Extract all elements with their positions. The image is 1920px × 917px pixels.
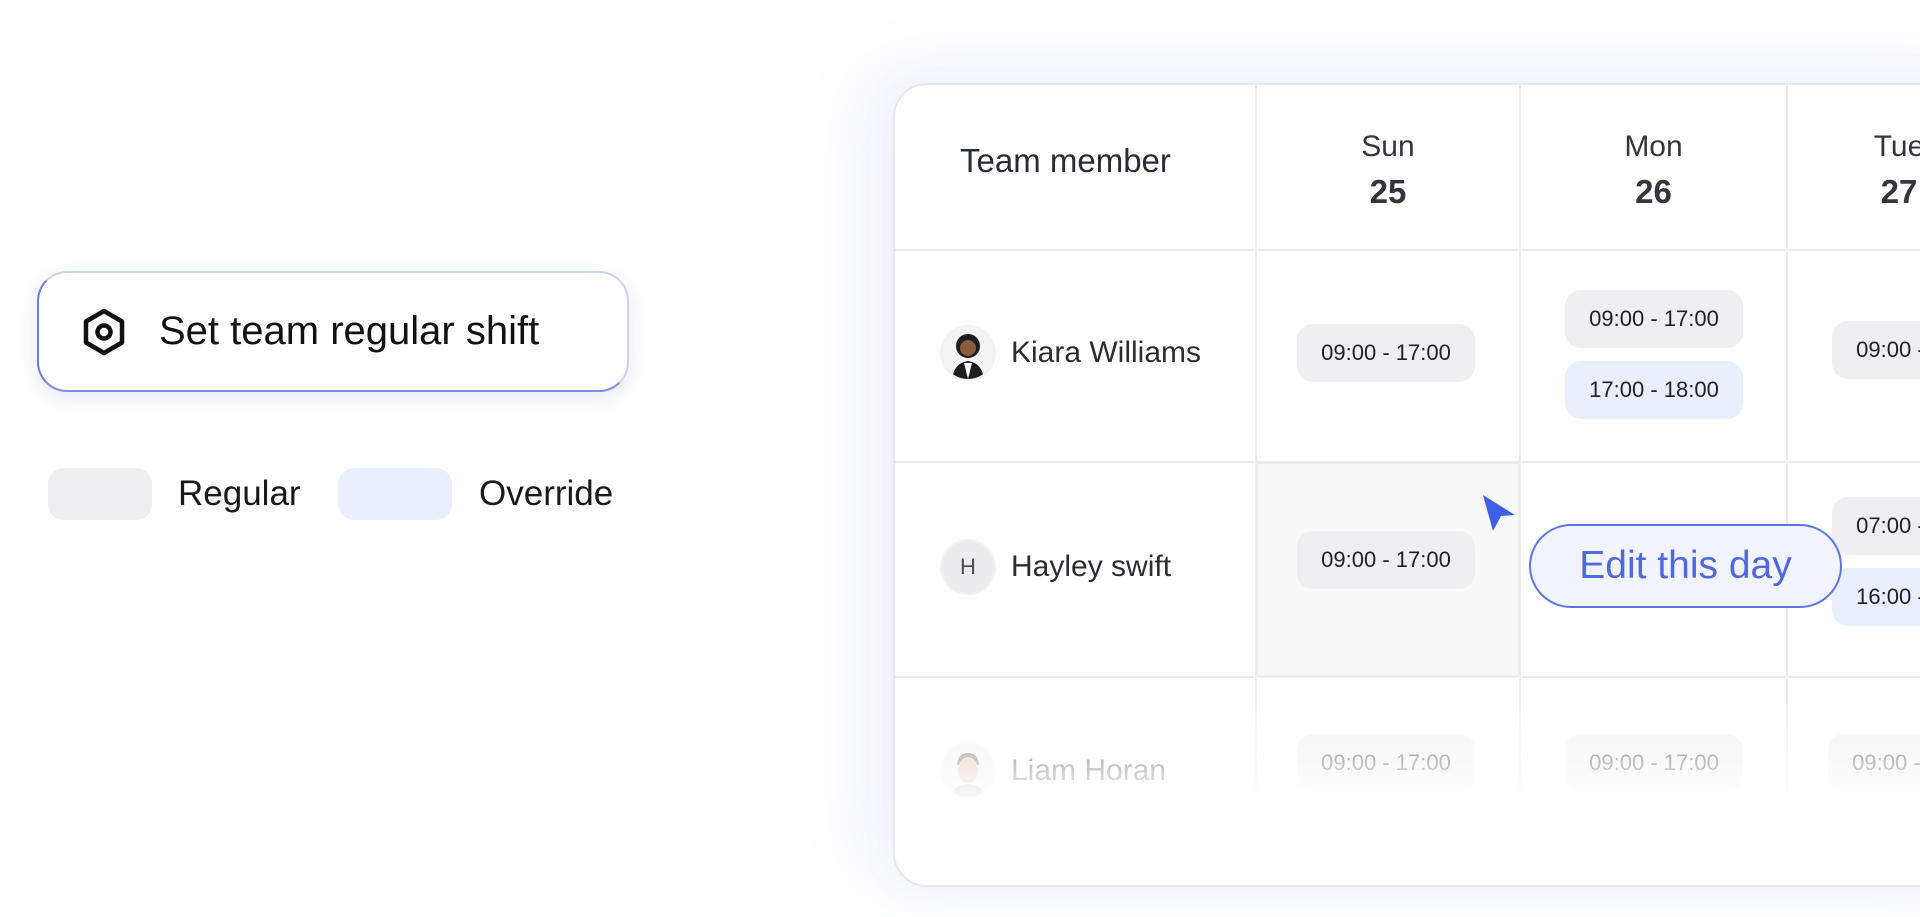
override-shift-pill[interactable]: 17:00 - 18:00 xyxy=(1565,361,1743,419)
override-shift-pill[interactable]: 16:00 - 17:00 xyxy=(1832,568,1920,626)
regular-shift-pill[interactable]: 07:00 - 16:00 xyxy=(1832,497,1920,555)
member-name: Liam Horan xyxy=(1011,754,1167,787)
regular-shift-pill[interactable]: 09:00 - 17:00 xyxy=(1828,734,1920,792)
day-header-sun: Sun 25 xyxy=(1257,125,1519,215)
team-member-column-header: Team member xyxy=(960,142,1171,179)
hexagon-settings-icon xyxy=(79,307,129,357)
avatar xyxy=(940,325,996,381)
regular-shift-pill[interactable]: 09:00 - 17:00 xyxy=(1297,531,1475,589)
set-team-regular-shift-button[interactable]: Set team regular shift xyxy=(37,271,629,392)
day-date: 27 xyxy=(1880,173,1918,210)
person-photo-icon xyxy=(942,745,994,797)
day-date: 25 xyxy=(1369,173,1407,210)
day-header-mon: Mon 26 xyxy=(1521,125,1786,215)
row-divider xyxy=(895,249,1920,251)
day-date: 26 xyxy=(1635,173,1672,210)
regular-shift-pill[interactable]: 09:00 - 17:00 xyxy=(1297,324,1475,382)
team-member-row-label: Liam Horan xyxy=(940,743,1166,799)
avatar xyxy=(940,743,996,799)
set-shift-label: Set team regular shift xyxy=(159,309,540,353)
team-member-row-label: Kiara Williams xyxy=(940,325,1201,381)
day-name: Tue xyxy=(1873,130,1920,163)
regular-shift-pill[interactable]: 09:00 - 17:00 xyxy=(1832,321,1920,379)
day-header-tue: Tue 27 xyxy=(1788,125,1920,215)
person-photo-icon xyxy=(942,327,994,379)
member-name: Hayley swift xyxy=(1011,550,1172,583)
team-member-row-label: H Hayley swift xyxy=(940,539,1171,595)
schedule-card: Team member Sun 25 Mon 26 Tue 27 Kiara W… xyxy=(893,83,1920,887)
avatar: H xyxy=(940,539,996,595)
pointer-arrow-icon xyxy=(1483,495,1515,531)
day-name: Mon xyxy=(1624,130,1683,163)
legend-override-swatch xyxy=(338,468,452,520)
edit-this-day-button[interactable]: Edit this day xyxy=(1529,524,1842,608)
regular-shift-pill[interactable]: 09:00 - 17:00 xyxy=(1565,290,1743,348)
member-name: Kiara Williams xyxy=(1011,336,1202,369)
legend-regular-swatch xyxy=(48,468,152,520)
day-name: Sun xyxy=(1361,130,1415,163)
row-divider xyxy=(895,676,1920,678)
regular-shift-pill[interactable]: 09:00 - 17:00 xyxy=(1297,734,1475,792)
regular-shift-pill[interactable]: 09:00 - 17:00 xyxy=(1565,734,1743,792)
legend-regular-label: Regular xyxy=(178,474,301,513)
legend-override-label: Override xyxy=(479,474,614,513)
